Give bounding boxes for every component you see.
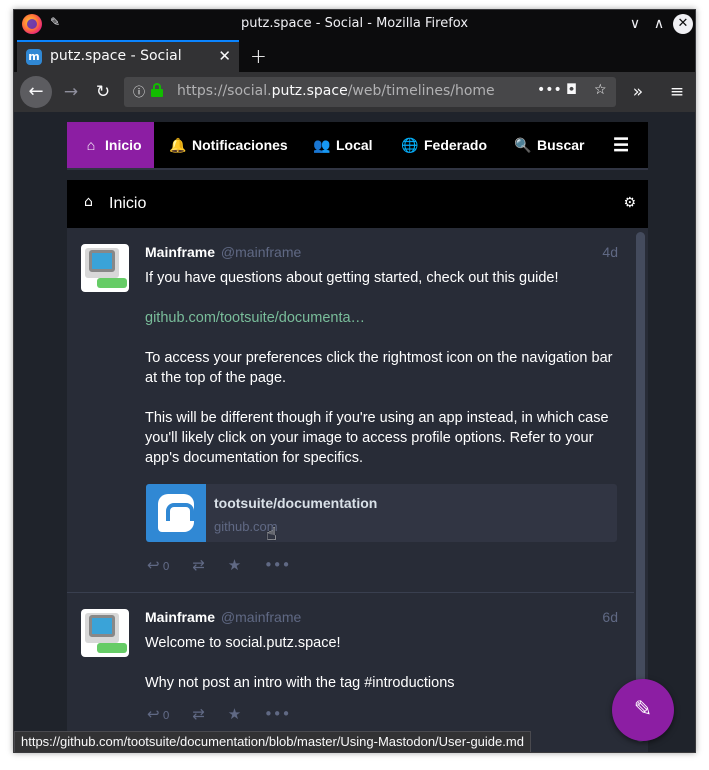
window-title: putz.space - Social - Mozilla Firefox — [240, 16, 469, 31]
page-actions-icon[interactable]: ••• — [537, 82, 562, 98]
title-bar: ✎ putz.space - Social - Mozilla Firefox … — [14, 10, 695, 38]
status-time[interactable]: 4d — [602, 244, 618, 260]
status-author[interactable]: Mainframe @mainframe — [145, 244, 301, 260]
site-info-icon[interactable]: ⓘ — [133, 83, 145, 100]
status-actions: ↩ 0 ⇄ ★ ••• — [147, 705, 309, 723]
timeline-scrollbar[interactable] — [634, 228, 648, 752]
reload-button[interactable]: ↻ — [91, 80, 115, 104]
tab-close-icon[interactable]: ✕ — [218, 47, 231, 65]
forward-button[interactable]: → — [59, 80, 83, 104]
pencil-icon: ✎ — [633, 697, 653, 722]
boost-icon[interactable]: ⇄ — [192, 705, 205, 723]
status-item[interactable]: Mainframe @mainframe 4d If you have ques… — [67, 228, 634, 593]
tab-federado[interactable]: 🌐 Federado — [400, 122, 487, 168]
column-settings-icon[interactable]: ⚙ — [623, 195, 636, 211]
tab-local[interactable]: 👥 Local — [312, 122, 372, 168]
page-content: ⌂ Inicio 🔔 Notificaciones 👥 Local 🌐 Federado… — [14, 112, 695, 752]
tab-bar: m putz.space - Social ✕ + — [14, 38, 695, 72]
new-tab-button[interactable]: + — [250, 44, 267, 68]
status-link-bar: https://github.com/tootsuite/documentati… — [14, 731, 531, 752]
bookmark-star-icon[interactable]: ☆ — [594, 82, 607, 98]
tab-label: putz.space - Social — [50, 48, 182, 64]
link-preview-card[interactable]: tootsuite/documentation github.com ☝ — [145, 483, 618, 543]
tab-buscar[interactable]: 🔍 Buscar — [513, 122, 584, 168]
tab-inicio[interactable]: ⌂ Inicio — [67, 122, 154, 168]
avatar[interactable] — [81, 244, 129, 292]
mastodon-tabs-bar: ⌂ Inicio 🔔 Notificaciones 👥 Local 🌐 Federado… — [67, 122, 648, 170]
more-options-icon[interactable]: ••• — [264, 705, 291, 723]
home-timeline[interactable]: Mainframe @mainframe 4d If you have ques… — [67, 228, 648, 752]
column-header[interactable]: ⌂ Inicio ⚙ — [67, 180, 648, 228]
guide-link[interactable]: github.com/tootsuite/documenta… — [145, 310, 365, 326]
mastodon-logo-icon — [146, 484, 206, 542]
status-item[interactable]: Mainframe @mainframe 6d Welcome to socia… — [67, 593, 634, 752]
hand-cursor-icon: ☝ — [266, 524, 277, 543]
mastodon-favicon-icon: m — [26, 49, 42, 65]
lock-icon — [151, 83, 163, 97]
minimize-button[interactable]: ∨ — [625, 14, 645, 34]
reply-count: 0 — [162, 709, 170, 722]
overflow-chevron-icon[interactable]: » — [626, 80, 650, 104]
browser-window: ✎ putz.space - Social - Mozilla Firefox … — [13, 9, 696, 753]
favourite-star-icon[interactable]: ★ — [228, 556, 241, 574]
url-bar[interactable]: ⓘ https://social.putz.space/web/timeline… — [124, 77, 616, 107]
column-title: Inicio — [109, 195, 147, 212]
card-title: tootsuite/documentation — [214, 495, 378, 511]
reply-icon[interactable]: ↩ 0 — [147, 556, 170, 574]
navigation-toolbar: ← → ↻ ⓘ https://social.putz.space/web/ti… — [14, 72, 695, 112]
status-author[interactable]: Mainframe @mainframe — [145, 609, 301, 625]
maximize-button[interactable]: ∧ — [649, 14, 669, 34]
boost-icon[interactable]: ⇄ — [192, 556, 205, 574]
status-content: Welcome to social.putz.space! Why not po… — [145, 635, 455, 691]
status-actions: ↩ 0 ⇄ ★ ••• — [147, 556, 309, 574]
pocket-icon[interactable]: ◘ — [566, 82, 577, 98]
compose-button[interactable]: ✎ — [612, 679, 674, 741]
users-icon: 👥 — [313, 137, 331, 153]
tab-notificaciones[interactable]: 🔔 Notificaciones — [168, 122, 287, 168]
globe-icon: 🌐 — [401, 137, 419, 153]
status-content: If you have questions about getting star… — [145, 270, 613, 466]
more-options-icon[interactable]: ••• — [264, 556, 291, 574]
reply-icon[interactable]: ↩ 0 — [147, 705, 170, 723]
search-icon: 🔍 — [514, 137, 532, 153]
status-time[interactable]: 6d — [602, 609, 618, 625]
close-window-button[interactable]: ✕ — [673, 14, 693, 34]
favourite-star-icon[interactable]: ★ — [228, 705, 241, 723]
hamburger-menu-icon[interactable]: ≡ — [665, 80, 689, 104]
browser-tab[interactable]: m putz.space - Social ✕ — [17, 40, 239, 72]
home-icon: ⌂ — [84, 194, 93, 210]
reply-count: 0 — [162, 560, 170, 573]
url-text[interactable]: https://social.putz.space/web/timelines/… — [177, 83, 495, 99]
bell-icon: 🔔 — [169, 137, 187, 153]
menu-button[interactable]: ☰ — [613, 122, 633, 168]
avatar[interactable] — [81, 609, 129, 657]
back-button[interactable]: ← — [20, 76, 52, 108]
home-icon: ⌂ — [86, 137, 96, 153]
